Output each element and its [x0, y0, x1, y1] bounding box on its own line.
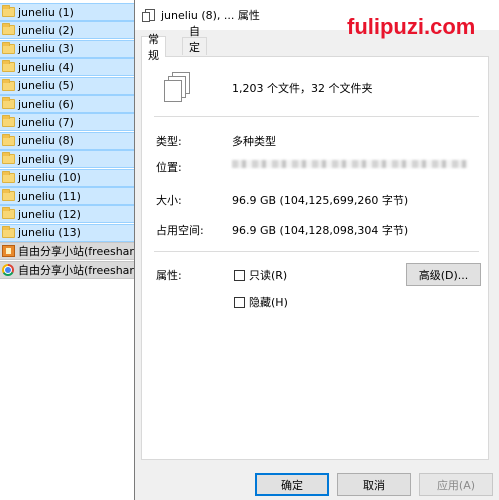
- folder-icon: [2, 225, 15, 238]
- properties-dialog: juneliu (8), ... 属性 fulipuzi.com 常规 自定义 …: [134, 0, 499, 500]
- apply-button[interactable]: 应用(A): [419, 473, 493, 496]
- folder-icon: [2, 207, 15, 220]
- hidden-checkbox-row[interactable]: 隐藏(H): [234, 294, 288, 310]
- tab-general[interactable]: 常规: [141, 33, 166, 62]
- file-list-item[interactable]: juneliu (5): [0, 76, 134, 95]
- file-list-item[interactable]: juneliu (9): [0, 150, 134, 169]
- folder-icon: [2, 97, 15, 109]
- file-name: juneliu (11): [18, 189, 81, 203]
- file-name: 自由分享小站(freeshare: [18, 245, 134, 259]
- folder-icon: [2, 189, 15, 201]
- type-value: 多种类型: [232, 135, 276, 148]
- multiple-files-icon: [142, 9, 155, 22]
- file-name: juneliu (9): [18, 152, 74, 166]
- file-name: juneliu (3): [18, 42, 74, 56]
- file-list-item[interactable]: 自由分享小站(freeshare: [0, 260, 134, 279]
- attributes-label: 属性:: [156, 269, 182, 282]
- general-panel: 1,203 个文件，32 个文件夹 类型: 多种类型 位置: 大小: 96.9 …: [141, 56, 489, 460]
- file-list-item[interactable]: juneliu (1): [0, 3, 134, 21]
- file-list-item[interactable]: juneliu (10): [0, 168, 134, 187]
- file-name: juneliu (10): [18, 171, 81, 185]
- folder-icon: [2, 60, 15, 73]
- multiple-files-icon: [164, 72, 192, 104]
- file-list-item[interactable]: juneliu (12): [0, 205, 134, 224]
- file-name: juneliu (13): [18, 226, 81, 240]
- dialog-title: juneliu (8), ... 属性: [161, 9, 260, 22]
- disk-size-label: 占用空间:: [156, 224, 204, 237]
- folder-icon: [2, 115, 15, 128]
- hidden-label: 隐藏(H): [249, 296, 288, 309]
- size-value: 96.9 GB (104,125,699,260 字节): [232, 194, 409, 207]
- readonly-checkbox-row[interactable]: 只读(R): [234, 267, 287, 283]
- chrome-icon: [2, 263, 14, 276]
- divider: [154, 251, 479, 252]
- file-list-item[interactable]: juneliu (4): [0, 58, 134, 77]
- file-list-item[interactable]: juneliu (8): [0, 131, 134, 150]
- file-name: juneliu (8): [18, 134, 74, 148]
- package-file-icon: [2, 245, 15, 258]
- file-list-item[interactable]: juneliu (13): [0, 223, 134, 242]
- cancel-button[interactable]: 取消: [337, 473, 411, 496]
- folder-icon: [2, 133, 15, 146]
- tab-custom[interactable]: 自定义: [182, 25, 207, 70]
- readonly-label: 只读(R): [249, 269, 288, 282]
- file-count-summary: 1,203 个文件，32 个文件夹: [232, 82, 373, 95]
- size-label: 大小:: [156, 194, 182, 207]
- divider: [154, 116, 479, 117]
- file-list-item[interactable]: juneliu (3): [0, 39, 134, 58]
- location-label: 位置:: [156, 161, 182, 174]
- file-name: juneliu (4): [18, 60, 74, 74]
- file-name: 自由分享小站(freeshare: [18, 263, 134, 277]
- hidden-checkbox[interactable]: [234, 296, 245, 308]
- folder-icon: [2, 170, 15, 183]
- folder-icon: [2, 152, 15, 165]
- type-label: 类型:: [156, 135, 182, 148]
- folder-icon: [2, 5, 15, 17]
- location-value-redacted: [232, 160, 468, 168]
- file-name: juneliu (5): [18, 79, 74, 93]
- file-name: juneliu (2): [18, 23, 74, 37]
- file-list-item[interactable]: juneliu (7): [0, 113, 134, 132]
- folder-icon: [2, 78, 15, 91]
- ok-button[interactable]: 确定: [255, 473, 329, 496]
- file-list-item[interactable]: juneliu (11): [0, 187, 134, 205]
- folder-icon: [2, 23, 15, 36]
- file-list-item[interactable]: juneliu (2): [0, 21, 134, 40]
- watermark-logo: fulipuzi.com: [347, 14, 476, 39]
- readonly-checkbox[interactable]: [234, 269, 245, 281]
- file-name: juneliu (1): [18, 5, 74, 19]
- file-list-item[interactable]: 自由分享小站(freeshare: [0, 242, 134, 261]
- folder-icon: [2, 41, 15, 54]
- file-name: juneliu (12): [18, 207, 81, 221]
- advanced-button[interactable]: 高级(D)...: [406, 263, 481, 286]
- file-list-item[interactable]: juneliu (6): [0, 95, 134, 113]
- file-name: juneliu (7): [18, 115, 74, 129]
- explorer-file-list: juneliu (1) juneliu (2) juneliu (3) juneliu…: [0, 0, 134, 500]
- disk-size-value: 96.9 GB (104,128,098,304 字节): [232, 224, 409, 237]
- file-name: juneliu (6): [18, 97, 74, 111]
